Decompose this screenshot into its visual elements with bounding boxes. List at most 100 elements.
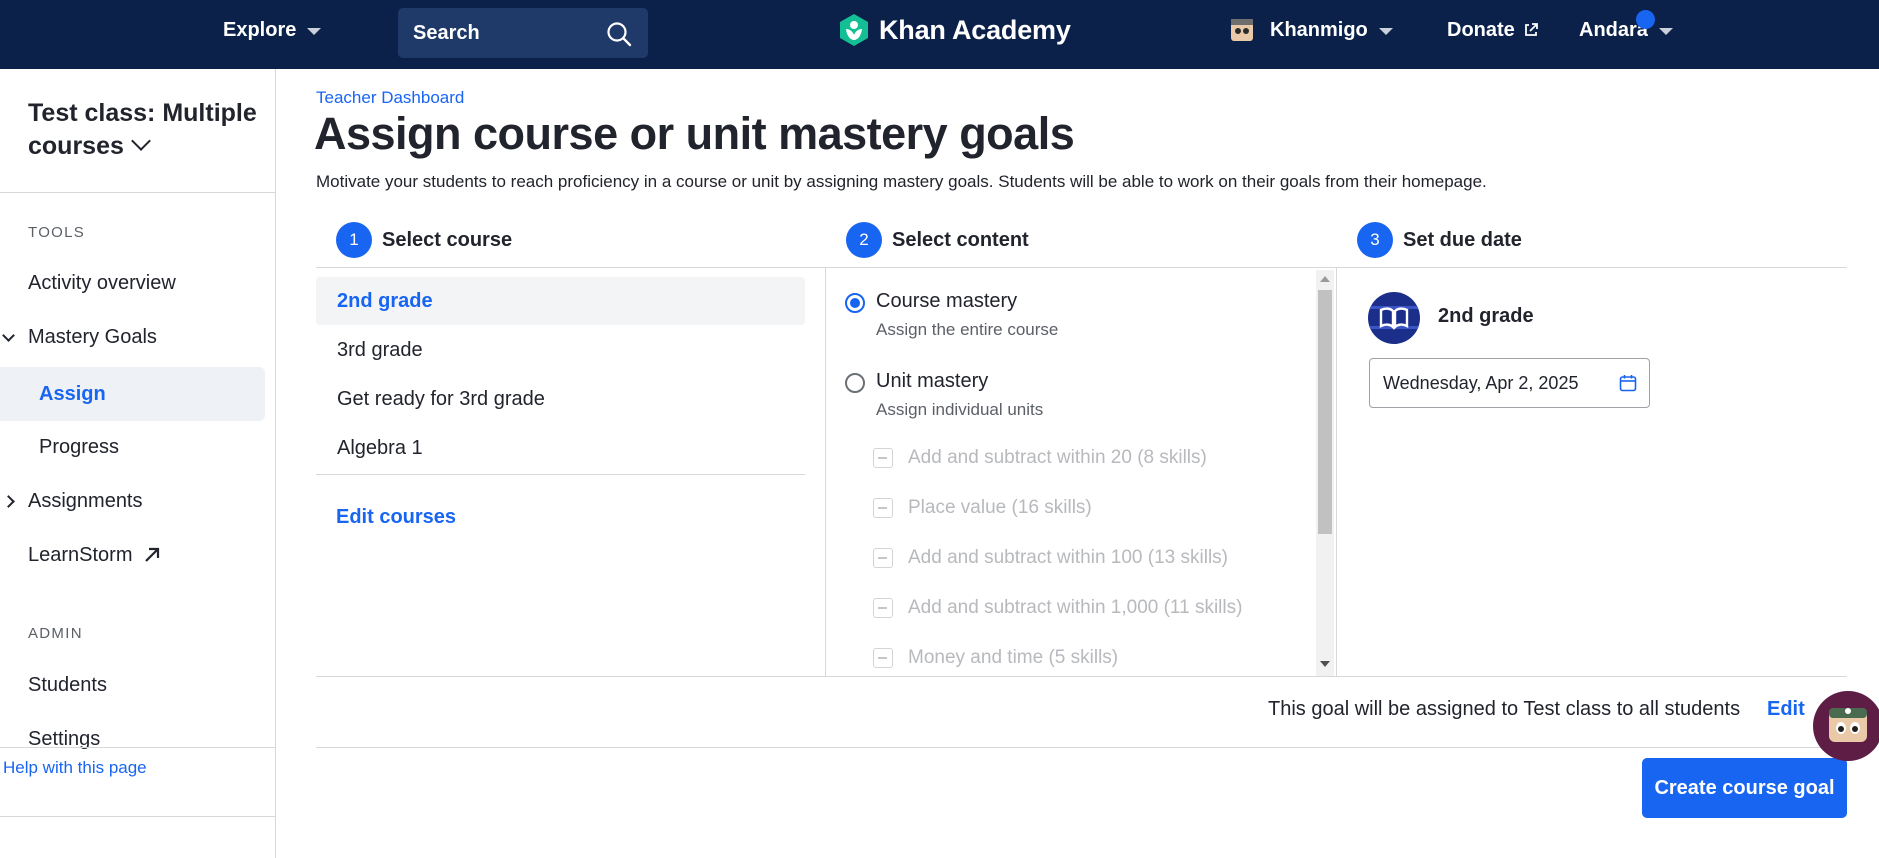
- divider: [316, 747, 1847, 748]
- donate-link[interactable]: Donate: [1447, 0, 1539, 60]
- course-mastery-radio[interactable]: [845, 293, 865, 313]
- course-mastery-subtitle: Assign the entire course: [876, 320, 1059, 339]
- step-select-content: 2 Select content: [846, 222, 1029, 258]
- sidebar-item-learnstorm[interactable]: LearnStorm: [28, 540, 161, 570]
- unit-checkbox-row: Add and subtract within 1,000 (11 skills…: [873, 596, 1242, 620]
- course-item-3rd-grade[interactable]: 3rd grade: [316, 326, 805, 374]
- column-divider: [1336, 268, 1337, 676]
- course-book-icon: [1368, 292, 1420, 344]
- khanmigo-chat-button[interactable]: [1813, 691, 1879, 761]
- unit-checkbox-row: Add and subtract within 100 (13 skills): [873, 546, 1228, 570]
- unit-checkbox-row: Money and time (5 skills): [873, 646, 1118, 670]
- edit-assignees-link[interactable]: Edit: [1767, 698, 1805, 721]
- khan-academy-logo-link[interactable]: Khan Academy: [838, 0, 1071, 60]
- course-mastery-title[interactable]: Course mastery: [876, 290, 1017, 313]
- calendar-icon[interactable]: [1619, 374, 1637, 392]
- top-navigation-bar: Explore Khan Academy Khanmigo Donate: [0, 0, 1879, 69]
- column-divider: [825, 268, 826, 676]
- divider: [0, 816, 275, 817]
- step-label: Set due date: [1403, 228, 1522, 251]
- course-item-get-ready-3rd-grade[interactable]: Get ready for 3rd grade: [316, 375, 805, 423]
- sidebar-item-assignments[interactable]: Assignments: [0, 486, 270, 516]
- search-input[interactable]: [413, 21, 593, 45]
- sidebar-item-label: Assignments: [28, 489, 143, 512]
- scroll-up-arrow-icon[interactable]: [1320, 276, 1330, 282]
- user-menu[interactable]: Andara: [1579, 0, 1673, 60]
- sidebar-item-label: Activity overview: [28, 271, 176, 294]
- divider: [0, 747, 275, 748]
- unit-mastery-radio[interactable]: [845, 373, 865, 393]
- unit-label: Add and subtract within 20 (8 skills): [908, 447, 1207, 468]
- divider: [316, 676, 1847, 677]
- chevron-right-icon: [2, 495, 15, 508]
- create-course-goal-button[interactable]: Create course goal: [1642, 758, 1847, 818]
- unit-label: Add and subtract within 1,000 (11 skills…: [908, 597, 1243, 618]
- admin-section-label: ADMIN: [28, 625, 83, 642]
- assign-summary-text: This goal will be assigned to Test class…: [1268, 698, 1741, 720]
- course-label: Algebra 1: [337, 436, 423, 459]
- search-icon[interactable]: [606, 21, 632, 47]
- page-description: Motivate your students to reach proficie…: [316, 172, 1487, 191]
- chevron-down-icon: [130, 131, 151, 151]
- unit-checkbox-row: Place value (16 skills): [873, 496, 1092, 520]
- due-date-input[interactable]: [1383, 372, 1603, 394]
- sidebar-item-progress[interactable]: Progress: [39, 432, 119, 462]
- book-icon: [1368, 306, 1420, 330]
- caret-down-icon: [307, 27, 322, 35]
- divider: [316, 267, 1847, 268]
- step-select-course: 1 Select course: [336, 222, 512, 258]
- course-label: 2nd grade: [337, 289, 433, 312]
- explore-menu[interactable]: Explore: [223, 0, 322, 60]
- search-box[interactable]: [398, 8, 648, 58]
- khanmigo-robot-icon: [1829, 708, 1867, 742]
- sidebar-item-activity-overview[interactable]: Activity overview: [28, 268, 176, 298]
- course-item-2nd-grade[interactable]: 2nd grade: [316, 277, 805, 325]
- notification-dot: [1636, 10, 1655, 29]
- sidebar-item-label: Mastery Goals: [28, 325, 157, 348]
- unit-checkbox: [873, 598, 893, 618]
- sidebar-item-label: LearnStorm: [28, 543, 133, 566]
- unit-mastery-subtitle: Assign individual units: [876, 400, 1044, 419]
- class-switcher[interactable]: Test class: Multiple courses: [28, 97, 258, 163]
- sidebar: Test class: Multiple courses TOOLS Activ…: [0, 69, 276, 858]
- divider: [0, 192, 275, 193]
- breadcrumb[interactable]: Teacher Dashboard: [316, 88, 464, 108]
- sidebar-item-assign[interactable]: Assign: [39, 379, 106, 409]
- khanmigo-avatar-icon: [1231, 19, 1253, 41]
- scroll-down-arrow-icon[interactable]: [1320, 661, 1330, 667]
- brand-name: Khan Academy: [879, 14, 1071, 45]
- chevron-down-icon: [2, 329, 15, 342]
- scrollbar-thumb[interactable]: [1318, 290, 1332, 534]
- explore-label: Explore: [223, 18, 297, 41]
- arrow-up-right-icon: [144, 547, 159, 562]
- course-label: Get ready for 3rd grade: [337, 387, 545, 410]
- unit-checkbox: [873, 448, 893, 468]
- divider: [316, 474, 805, 475]
- khanmigo-label: Khanmigo: [1270, 18, 1368, 41]
- unit-label: Place value (16 skills): [908, 497, 1092, 518]
- khanmigo-menu[interactable]: Khanmigo: [1230, 0, 1393, 60]
- course-label: 3rd grade: [337, 338, 423, 361]
- external-link-icon: [1524, 23, 1538, 36]
- help-link[interactable]: Help with this page: [3, 758, 147, 778]
- due-date-field[interactable]: [1369, 358, 1650, 408]
- sidebar-item-mastery-goals[interactable]: Mastery Goals: [0, 322, 270, 352]
- step-number: 2: [846, 222, 882, 258]
- unit-label: Add and subtract within 100 (13 skills): [908, 547, 1228, 568]
- caret-down-icon: [1378, 27, 1393, 35]
- unit-checkbox: [873, 648, 893, 668]
- unit-mastery-title[interactable]: Unit mastery: [876, 370, 988, 393]
- sidebar-item-settings[interactable]: Settings: [28, 724, 100, 754]
- unit-checkbox-row: Add and subtract within 20 (8 skills): [873, 446, 1207, 470]
- sidebar-item-students[interactable]: Students: [28, 670, 107, 700]
- edit-courses-link[interactable]: Edit courses: [336, 506, 456, 529]
- step-number: 3: [1357, 222, 1393, 258]
- page-title: Assign course or unit mastery goals: [314, 108, 1075, 159]
- due-course-name: 2nd grade: [1438, 305, 1534, 327]
- step-label: Select course: [382, 228, 513, 251]
- step-set-due-date: 3 Set due date: [1357, 222, 1522, 258]
- sidebar-item-label: Students: [28, 673, 107, 696]
- course-item-algebra-1[interactable]: Algebra 1: [316, 424, 805, 472]
- tools-section-label: TOOLS: [28, 224, 86, 241]
- sidebar-item-label: Progress: [39, 435, 120, 458]
